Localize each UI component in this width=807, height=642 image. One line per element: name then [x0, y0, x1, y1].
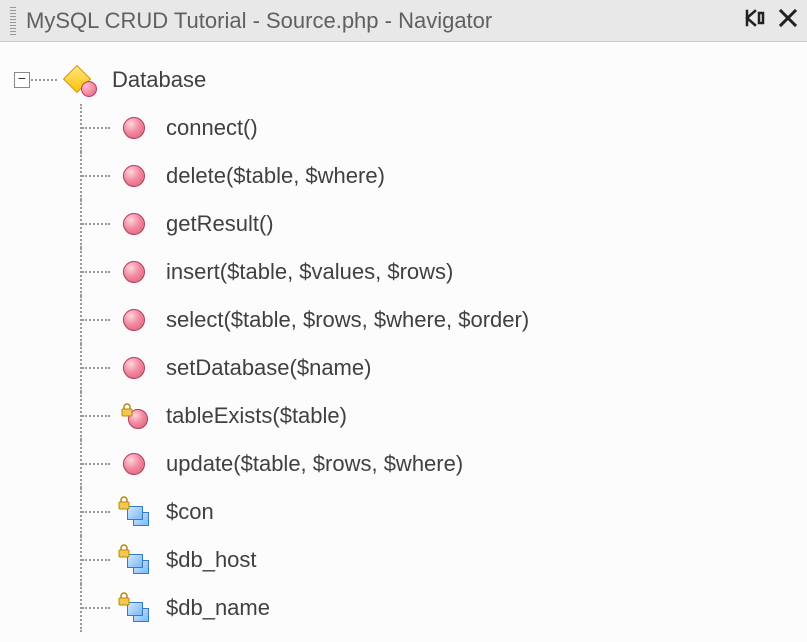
tree-item-label: insert($table, $values, $rows) [166, 259, 453, 285]
tree-item[interactable]: getResult() [14, 200, 797, 248]
method-icon [114, 357, 154, 379]
tree-item-label: update($table, $rows, $where) [166, 451, 463, 477]
tree-item[interactable]: setDatabase($name) [14, 344, 797, 392]
navigator-tree: − Database connect() delete($table, $whe… [0, 42, 807, 642]
grip-handle[interactable] [10, 7, 16, 35]
tree-item-label: $db_host [166, 547, 257, 573]
tree-item[interactable]: connect() [14, 104, 797, 152]
tree-item[interactable]: $con [14, 488, 797, 536]
tree-item-label: delete($table, $where) [166, 163, 385, 189]
method-icon [114, 117, 154, 139]
tree-item[interactable]: select($table, $rows, $where, $order) [14, 296, 797, 344]
tree-item[interactable]: update($table, $rows, $where) [14, 440, 797, 488]
panel-title: MySQL CRUD Tutorial - Source.php - Navig… [26, 8, 745, 34]
tree-item[interactable]: $db_host [14, 536, 797, 584]
tree-item-label: $con [166, 499, 214, 525]
tree-item-label: $db_name [166, 595, 270, 621]
tree-item-label: setDatabase($name) [166, 355, 371, 381]
expand-toggle[interactable]: − [14, 72, 30, 88]
tree-item-label: select($table, $rows, $where, $order) [166, 307, 529, 333]
private-method-icon [114, 403, 154, 429]
method-icon [114, 309, 154, 331]
method-icon [114, 165, 154, 187]
method-icon [114, 453, 154, 475]
tree-root-row[interactable]: − Database [14, 56, 797, 104]
tree-item-label: getResult() [166, 211, 274, 237]
tree-root-label: Database [112, 67, 206, 93]
tree-item-label: tableExists($table) [166, 403, 347, 429]
method-icon [114, 213, 154, 235]
private-property-icon [114, 498, 154, 526]
class-icon [60, 65, 100, 95]
toolbar-icons [745, 9, 797, 32]
tree-item[interactable]: delete($table, $where) [14, 152, 797, 200]
titlebar: MySQL CRUD Tutorial - Source.php - Navig… [0, 0, 807, 42]
private-property-icon [114, 546, 154, 574]
private-property-icon [114, 594, 154, 622]
minimize-icon[interactable] [745, 9, 765, 32]
close-icon[interactable] [779, 9, 797, 32]
tree-item-label: connect() [166, 115, 258, 141]
tree-item[interactable]: insert($table, $values, $rows) [14, 248, 797, 296]
tree-item[interactable]: tableExists($table) [14, 392, 797, 440]
method-icon [114, 261, 154, 283]
